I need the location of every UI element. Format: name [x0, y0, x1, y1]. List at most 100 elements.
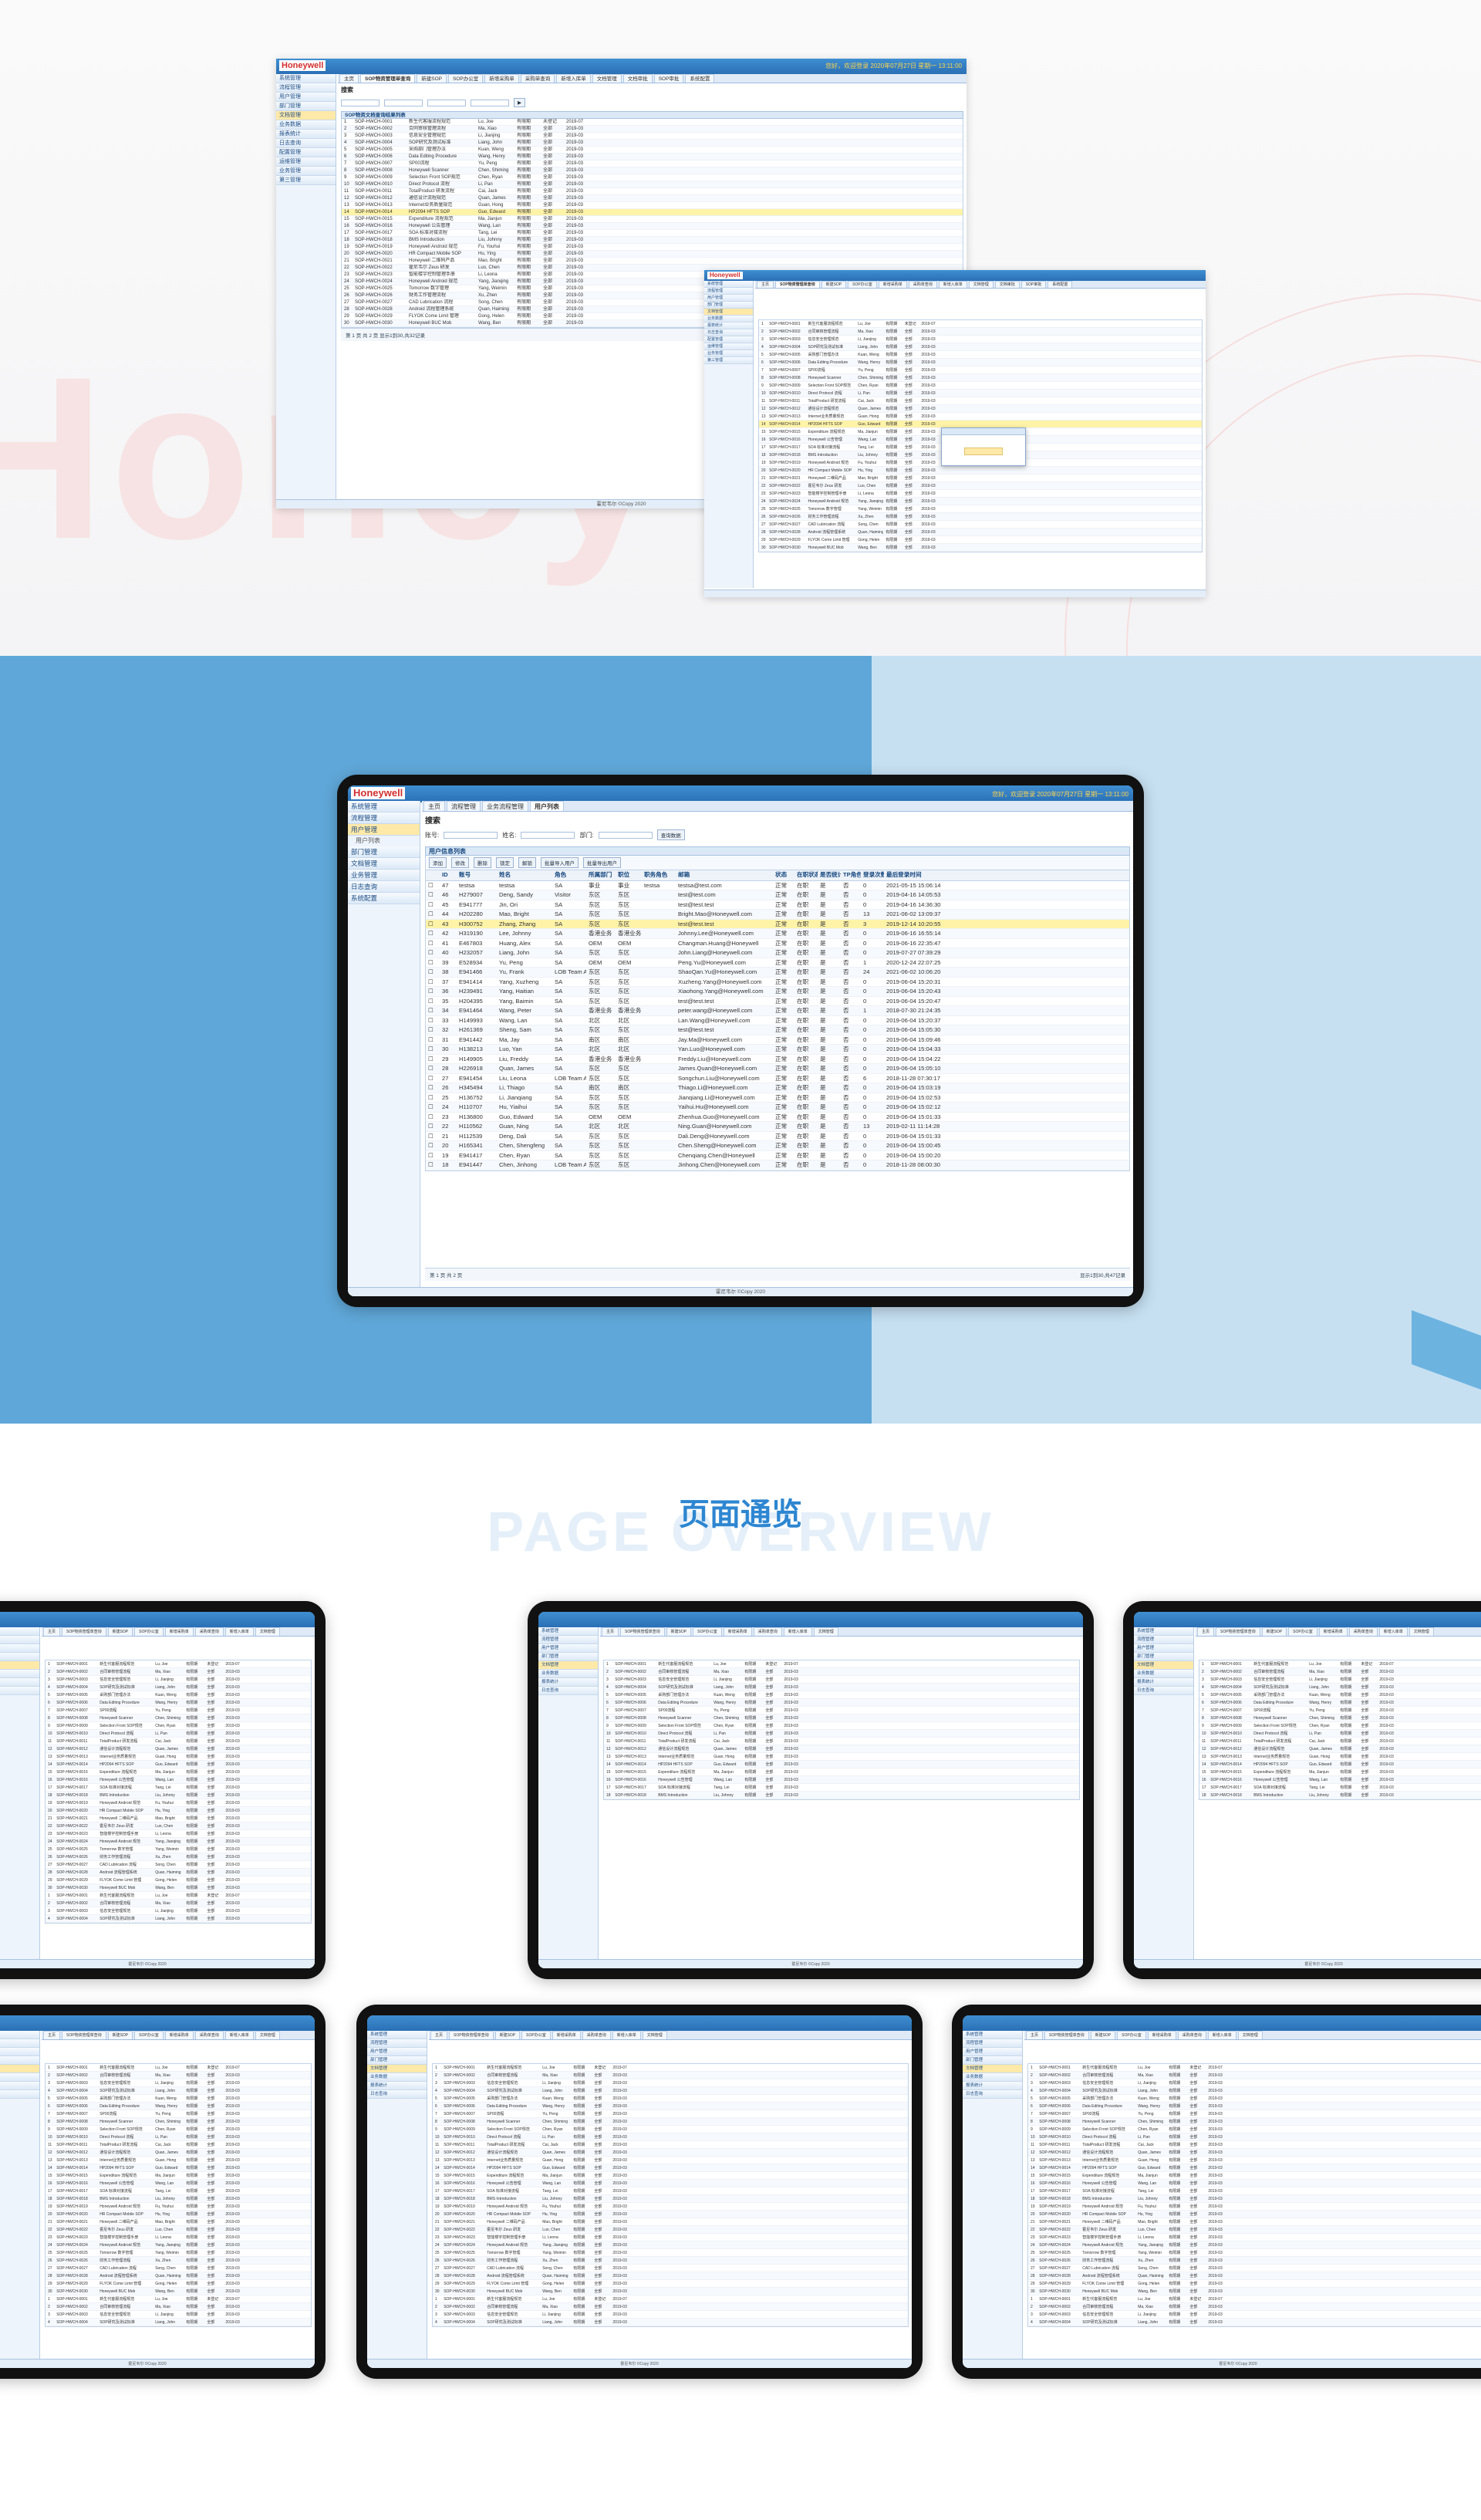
toolbar-button[interactable]: 锁定	[496, 857, 514, 868]
tab-item[interactable]: 采购单查询	[753, 1627, 782, 1636]
table-row[interactable]: 10 SOP-HWCH-0010 Direct Protocol 流程 Li, Pan…	[1028, 2133, 1481, 2141]
row-checkbox[interactable]: ☐	[426, 920, 440, 929]
table-row[interactable]: 20 SOP-HWCH-0020 HR Compact Mobile SOP Hu, …	[433, 2211, 908, 2218]
table-row[interactable]: 4 SOP-HWCH-0004 SOP研究及测试标准 Liang, John 有限期 全部…	[46, 1915, 311, 1923]
table-row[interactable]: ☐ 42 H319190 Lee, Johnny SA 香港业务 香港业务 Johnny.Le…	[426, 929, 1129, 939]
table-row[interactable]: 2 SOP-HWCH-0002 合同审核管理流程 Ma, Xiao 有限期 全部 2019-…	[46, 1668, 311, 1676]
tab-item[interactable]: 新建SOP	[107, 2031, 133, 2039]
row-checkbox[interactable]: ☐	[426, 978, 440, 987]
sidebar-item[interactable]: 部门管理	[0, 2056, 39, 2065]
table-row[interactable]: 30 SOP-HWCH-0030 Honeywell BUC Mob Wang, Be…	[1028, 2288, 1481, 2295]
tab-item[interactable]: SOP办公室	[1288, 1627, 1317, 1636]
table-row[interactable]: 7 SOP-HWCH-0007 SP00流程 Yu, Peng 有限期 全部 2019-03	[433, 2110, 908, 2118]
table-row[interactable]: 17 SOP-HWCH-0017 SOA 标准对接流程 Tang, Lei 有限期 全部 2…	[433, 2187, 908, 2195]
table-row[interactable]: 9 SOP-HWCH-0009 Selection Front SOP规范 Chen,…	[1199, 1722, 1481, 1730]
table-row[interactable]: 4 SOP-HWCH-0004 SOP研究及测试标准 Liang, John 有限期 全部…	[433, 2087, 908, 2095]
sidebar-item[interactable]: 系统管理	[367, 2031, 427, 2039]
table-row[interactable]: 27 SOP-HWCH-0027 CAD Lubrication 流程 Song, C…	[1028, 2265, 1481, 2272]
table-row[interactable]: ☐ 31 E941442 Ma, Jay SA 南区 南区 Jay.Ma@Honeywell.…	[426, 1035, 1129, 1045]
sidebar-item[interactable]: 用户管理	[0, 2048, 39, 2056]
sidebar-item[interactable]: 报表统计	[367, 2082, 427, 2090]
table-row[interactable]: 1 SOP-HWCH-0001 新生代客服流程规范 Lu, Joe 有限期 未登记 2019…	[46, 2064, 311, 2072]
table-row[interactable]: 8 SOP-HWCH-0008 Honeywell Scanner Chen, Shi…	[1028, 2118, 1481, 2126]
table-row[interactable]: ☐ 19 E941417 Chen, Ryan SA 东区 东区 Chenqiang.Chen…	[426, 1151, 1129, 1160]
tab-item[interactable]: 采购单查询	[194, 1627, 224, 1636]
tab-item[interactable]: 新增采购单	[723, 1627, 752, 1636]
table-row[interactable]: 4 SOP-HWCH-0004 SOP研究及测试标准 Liang, John 有限期 全部…	[46, 2319, 311, 2326]
tab-item[interactable]: 主页	[602, 1627, 619, 1636]
table-row[interactable]: 15 SOP-HWCH-0015 Expenditure 流程规范 Ma, Jianj…	[342, 216, 963, 223]
column-header[interactable]: ID	[440, 870, 457, 880]
table-row[interactable]: 11 SOP-HWCH-0011 TotalProduct 研发流程 Cai, Jac…	[46, 2141, 311, 2149]
tab-item[interactable]: SOP办公室	[134, 2031, 164, 2039]
table-row[interactable]: 20 SOP-HWCH-0020 HR Compact Mobile SOP Hu, …	[342, 251, 963, 258]
row-checkbox[interactable]: ☐	[426, 1151, 440, 1160]
sidebar-item[interactable]: 流程管理	[0, 1636, 39, 1644]
table-row[interactable]: 15 SOP-HWCH-0015 Expenditure 流程规范 Ma, Jianj…	[46, 1768, 311, 1776]
table-row[interactable]: 4 SOP-HWCH-0004 SOP研究及测试标准 Liang, John 有限期 全部…	[46, 1684, 311, 1691]
tab-item[interactable]: 新增入库单	[224, 1627, 254, 1636]
sidebar-item[interactable]: 系统配置	[348, 893, 420, 904]
sidebar-item[interactable]: 文档管理	[276, 111, 336, 120]
column-header[interactable]: 职务角色	[642, 870, 676, 880]
table-row[interactable]: 30 SOP-HWCH-0030 Honeywell BUC Mob Wang, Be…	[433, 2288, 908, 2295]
sidebar-item[interactable]: 系统管理	[963, 2031, 1022, 2039]
column-header[interactable]	[426, 870, 440, 880]
filter-input[interactable]	[427, 99, 466, 106]
sidebar-item[interactable]: 流程管理	[1134, 1636, 1193, 1644]
table-row[interactable]: 1 SOP-HWCH-0001 新生代客服流程规范 Lu, Joe 有限期 未登记 2019…	[1028, 2064, 1481, 2072]
sidebar-item[interactable]: 部门管理	[704, 302, 753, 309]
tab-item[interactable]: 流程管理	[447, 801, 481, 811]
table-row[interactable]: 6 SOP-HWCH-0006 Data Editing Procedure Wang…	[1028, 2103, 1481, 2110]
table-row[interactable]: ☐ 39 E528934 Yu, Peng SA OEM OEM Peng.Yu@Honeyw…	[426, 958, 1129, 968]
column-header[interactable]: 姓名	[497, 870, 552, 880]
tab-item[interactable]: 新增采购单	[164, 2031, 194, 2039]
tab-item[interactable]: 业务流程管理	[482, 801, 528, 811]
row-checkbox[interactable]: ☐	[426, 1074, 440, 1083]
table-row[interactable]: 13 SOP-HWCH-0013 Internet业务质量规范 Guan, Hong 有…	[1199, 1753, 1481, 1761]
table-row[interactable]: 5 SOP-HWCH-0005 采购部门管理办法 Kuan, Weng 有限期 全部 201…	[433, 2095, 908, 2103]
table-row[interactable]: 8 SOP-HWCH-0008 Honeywell Scanner Chen, Shi…	[342, 167, 963, 174]
row-checkbox[interactable]: ☐	[426, 958, 440, 968]
table-row[interactable]: 12 SOP-HWCH-0012 通信设计流程规范 Quan, James 有限期 全部 2…	[604, 1745, 1079, 1753]
table-row[interactable]: 13 SOP-HWCH-0013 Internet业务质量规范 Guan, Hong 有…	[433, 2157, 908, 2164]
sidebar-item[interactable]: 流程管理	[348, 812, 420, 824]
sidebar-item[interactable]: 部门管理	[367, 2056, 427, 2065]
table-row[interactable]: 30 SOP-HWCH-0030 Honeywell BUC Mob Wang, Be…	[46, 1884, 311, 1892]
table-row[interactable]: 7 SOP-HWCH-0007 SP00流程 Yu, Peng 有限期 全部 2019-03	[46, 1707, 311, 1714]
table-row[interactable]: 6 SOP-HWCH-0006 Data Editing Procedure Wang…	[433, 2103, 908, 2110]
sidebar-item[interactable]: 业务数据	[538, 1670, 598, 1678]
row-checkbox[interactable]: ☐	[426, 1160, 440, 1170]
table-row[interactable]: 19 SOP-HWCH-0019 Honeywell Android 规范 Fu, Y…	[46, 2203, 311, 2211]
table-row[interactable]: 15 SOP-HWCH-0015 Expenditure 流程规范 Ma, Jianj…	[1199, 1768, 1481, 1776]
table-row[interactable]: 16 SOP-HWCH-0016 Honeywell 公告管理 Wang, Lan 有限…	[46, 2180, 311, 2187]
table-row[interactable]: 12 SOP-HWCH-0012 通信设计流程规范 Quan, James 有限期 全部 2…	[433, 2149, 908, 2157]
table-row[interactable]: 16 SOP-HWCH-0016 Honeywell 公告管理 Wang, Lan 有限…	[604, 1776, 1079, 1784]
sidebar-item[interactable]: 业务数据	[0, 1670, 39, 1678]
tab-item[interactable]: 新建SOP	[1261, 1627, 1287, 1636]
table-row[interactable]: 3 SOP-HWCH-0003 信息安全管理规范 Li, Jianjing 有限期 全部 2…	[1028, 2311, 1481, 2319]
sidebar-item[interactable]: 文档管理	[0, 2065, 39, 2073]
table-row[interactable]: 2 SOP-HWCH-0002 合同审核管理流程 Ma, Xiao 有限期 全部 2019-…	[1028, 2072, 1481, 2079]
table-row[interactable]: 4 SOP-HWCH-0004 SOP研究及测试标准 Liang, John 有限期 全部…	[433, 2319, 908, 2326]
table-row[interactable]: 11 SOP-HWCH-0011 TotalProduct 研发流程 Cai, Jac…	[604, 1738, 1079, 1745]
toolbar-button[interactable]: 批量导出用户	[583, 857, 621, 868]
table-row[interactable]: 21 SOP-HWCH-0021 Honeywell 二维码产品 Mao, Brigh…	[1028, 2218, 1481, 2226]
table-row[interactable]: 17 SOP-HWCH-0017 SOA 标准对接流程 Tang, Lei 有限期 全部 2…	[342, 230, 963, 237]
table-row[interactable]: 5 SOP-HWCH-0005 采购部门管理办法 Kuan, Weng 有限期 全部 201…	[46, 2095, 311, 2103]
table-row[interactable]: ☐ 25 H136752 Li, Jianqiang SA 东区 东区 Jianqiang.L…	[426, 1093, 1129, 1103]
column-header[interactable]: 账号	[457, 870, 497, 880]
table-row[interactable]: 9 SOP-HWCH-0009 Selection Front SOP规范 Chen,…	[46, 2126, 311, 2133]
tab-item[interactable]: 主页	[430, 2031, 448, 2039]
table-row[interactable]: 3 SOP-HWCH-0003 信息安全管理规范 Li, Jianjing 有限期 全部 2…	[46, 1676, 311, 1684]
sidebar-item[interactable]: 业务数据	[1134, 1670, 1193, 1678]
table-row[interactable]: 27 SOP-HWCH-0027 CAD Lubrication 流程 Song, C…	[759, 521, 1202, 529]
table-row[interactable]: ☐ 41 E467803 Huang, Alex SA OEM OEM Changman.Hu…	[426, 939, 1129, 948]
table-row[interactable]: 30 SOP-HWCH-0030 Honeywell BUC Mob Wang, Be…	[46, 2288, 311, 2295]
table-row[interactable]: 22 SOP-HWCH-0022 霍尼韦尔 Zeus 研发 Luo, Chen 有限期全…	[46, 1822, 311, 1830]
table-row[interactable]: 4 SOP-HWCH-0004 SOP研究及测试标准 Liang, John 有限期 全部…	[342, 140, 963, 147]
table-row[interactable]: 29 SOP-HWCH-0029 FLYOK Come Limit 管理 Gong, …	[46, 2280, 311, 2288]
table-row[interactable]: ☐ 40 H232057 Liang, John SA 东区 东区 John.Liang@Ho…	[426, 948, 1129, 958]
sidebar-item[interactable]: 日志查询	[348, 881, 420, 893]
tab-item[interactable]: 采购单查询	[908, 281, 937, 288]
